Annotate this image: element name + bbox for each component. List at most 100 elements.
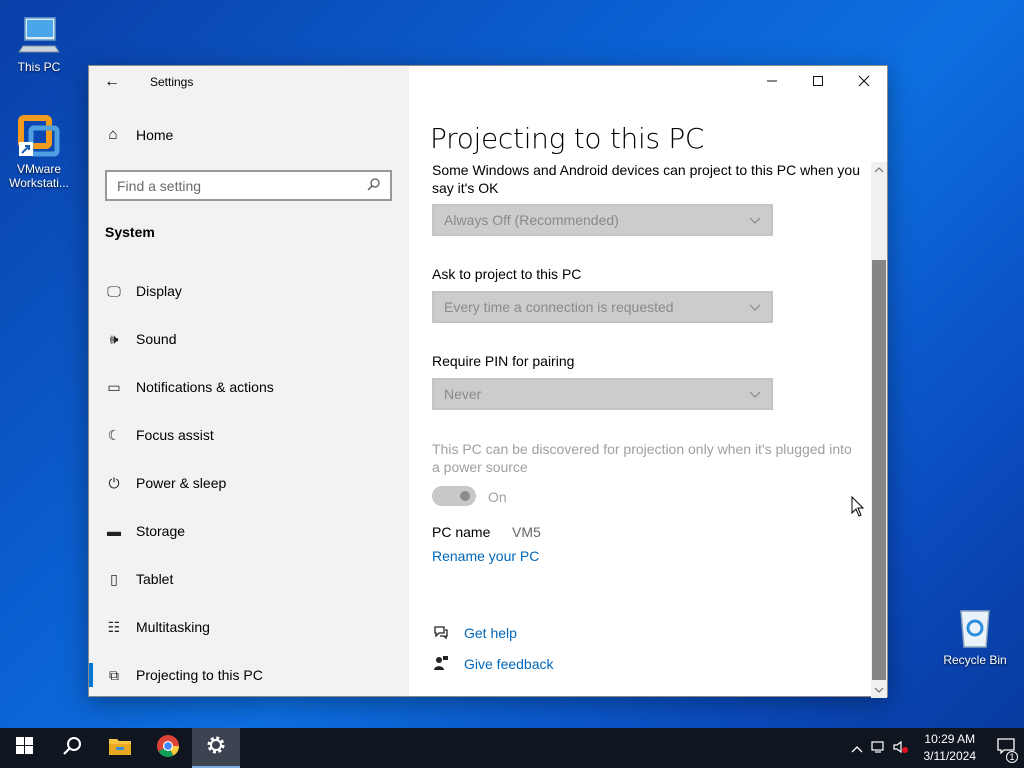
back-button[interactable]: ← [89, 66, 135, 98]
minimize-icon [766, 74, 778, 90]
nav-item-label: Notifications & actions [136, 379, 274, 395]
vmware-icon [15, 112, 63, 160]
tablet-icon: ▯ [110, 570, 118, 587]
windows-logo-icon [15, 737, 33, 759]
desktop-icon-label: Recycle Bin [943, 653, 1007, 667]
chevron-down-icon [749, 212, 761, 228]
gear-icon [205, 734, 227, 761]
nav-home-label: Home [136, 126, 174, 143]
system-tray: 10:29 AM 3/11/2024 1 [846, 728, 1024, 768]
plugged-in-text: This PC can be discovered for projection… [432, 441, 852, 475]
nav-item-label: Storage [136, 523, 186, 539]
nav-home[interactable]: ⌂ Home [105, 126, 173, 143]
dropdown-value: Every time a connection is requested [444, 299, 674, 315]
nav-item-sound[interactable]: 🕪 Sound [89, 319, 409, 359]
search-placeholder: Find a setting [117, 177, 202, 194]
settings-content-pane: Projecting to this PC Some Windows and A… [409, 66, 887, 698]
content-scrollbar[interactable] [871, 162, 887, 698]
desktop-icon-vmware[interactable]: VMware Workstati... [1, 112, 77, 190]
folder-icon [108, 736, 132, 761]
taskbar: 10:29 AM 3/11/2024 1 [0, 728, 1024, 768]
pin-label: Require PIN for pairing [432, 353, 575, 369]
home-icon: ⌂ [108, 126, 118, 143]
network-icon[interactable] [868, 740, 890, 757]
pc-name-value: VM5 [512, 524, 541, 540]
settings-nav-pane: ← Settings ⌂ Home Find a setting System … [89, 66, 409, 696]
desktop-icon-recycle-bin[interactable]: Recycle Bin [937, 603, 1013, 667]
nav-item-label: Power & sleep [136, 475, 227, 491]
nav-item-power-sleep[interactable]: ⏻ Power & sleep [89, 463, 409, 503]
storage-icon: ▬ [107, 523, 121, 539]
chevron-down-icon [749, 299, 761, 315]
ask-project-dropdown[interactable]: Every time a connection is requested [432, 291, 773, 323]
nav-item-notifications[interactable]: ▭ Notifications & actions [89, 367, 409, 407]
volume-muted-icon[interactable] [890, 740, 912, 757]
nav-item-projecting[interactable]: ⧉ Projecting to this PC [89, 655, 409, 695]
taskbar-settings[interactable] [192, 728, 240, 768]
give-feedback-link[interactable]: Give feedback [464, 656, 554, 672]
notification-count: 1 [1006, 750, 1018, 763]
get-help-icon [432, 624, 450, 644]
action-center-button[interactable]: 1 [988, 737, 1024, 763]
sound-icon: 🕪 [109, 330, 119, 347]
toggle-knob [460, 491, 470, 501]
computer-icon [15, 10, 63, 58]
recycle-bin-icon [951, 603, 999, 651]
maximize-button[interactable] [795, 66, 841, 98]
close-icon [858, 74, 870, 90]
clock[interactable]: 10:29 AM 3/11/2024 [924, 731, 977, 765]
minimize-button[interactable] [749, 66, 795, 98]
nav-item-multitasking[interactable]: ☷ Multitasking [89, 607, 409, 647]
feedback-icon [432, 655, 450, 675]
taskbar-chrome[interactable] [144, 728, 192, 768]
desktop-icon-label: VMware Workstati... [9, 162, 69, 190]
plugged-in-toggle[interactable] [432, 486, 476, 506]
nav-item-storage[interactable]: ▬ Storage [89, 511, 409, 551]
dropdown-value: Never [444, 386, 482, 402]
scroll-thumb[interactable] [872, 260, 886, 680]
pin-dropdown[interactable]: Never [432, 378, 773, 410]
desktop-icon-this-pc[interactable]: This PC [1, 10, 77, 74]
maximize-icon [812, 74, 824, 90]
desktop-icon-label: This PC [17, 60, 61, 74]
rename-pc-link[interactable]: Rename your PC [432, 548, 539, 564]
moon-icon: ☾ [107, 426, 121, 443]
taskbar-file-explorer[interactable] [96, 728, 144, 768]
notifications-icon: ▭ [107, 378, 121, 395]
nav-item-label: Multitasking [136, 619, 210, 635]
projecting-icon: ⧉ [109, 666, 119, 683]
search-icon [367, 177, 380, 194]
get-help-link[interactable]: Get help [464, 625, 517, 641]
chevron-up-icon[interactable] [846, 741, 868, 756]
nav-header: ← Settings [89, 66, 409, 98]
mouse-cursor-icon [851, 496, 865, 517]
ask-project-label: Ask to project to this PC [432, 266, 582, 282]
dropdown-value: Always Off (Recommended) [444, 212, 619, 228]
start-button[interactable] [0, 728, 48, 768]
scroll-up-icon[interactable] [871, 162, 887, 178]
close-button[interactable] [841, 66, 887, 98]
chevron-down-icon [749, 386, 761, 402]
nav-item-label: Projecting to this PC [136, 667, 263, 683]
pc-name-label: PC name [432, 524, 491, 540]
nav-item-label: Sound [136, 331, 177, 347]
nav-item-tablet[interactable]: ▯ Tablet [89, 559, 409, 599]
nav-item-label: Focus assist [136, 427, 214, 443]
nav-item-display[interactable]: 🖵 Display [89, 271, 409, 311]
clock-time: 10:29 AM [924, 732, 976, 746]
search-icon [62, 736, 82, 761]
multitasking-icon: ☷ [107, 618, 121, 635]
scroll-down-icon[interactable] [871, 682, 887, 698]
clock-date: 3/11/2024 [923, 749, 977, 763]
intro-text: Some Windows and Android devices can pro… [432, 162, 861, 196]
nav-item-label: Tablet [136, 571, 174, 587]
settings-window: ← Settings ⌂ Home Find a setting System … [88, 65, 888, 698]
search-button[interactable] [48, 728, 96, 768]
search-input[interactable]: Find a setting [105, 170, 392, 201]
nav-item-focus-assist[interactable]: ☾ Focus assist [89, 415, 409, 455]
page-title: Projecting to this PC [430, 122, 705, 155]
app-title: Settings [150, 75, 194, 89]
back-arrow-icon: ← [104, 73, 120, 90]
projection-availability-dropdown[interactable]: Always Off (Recommended) [432, 204, 773, 236]
window-controls [749, 66, 887, 98]
